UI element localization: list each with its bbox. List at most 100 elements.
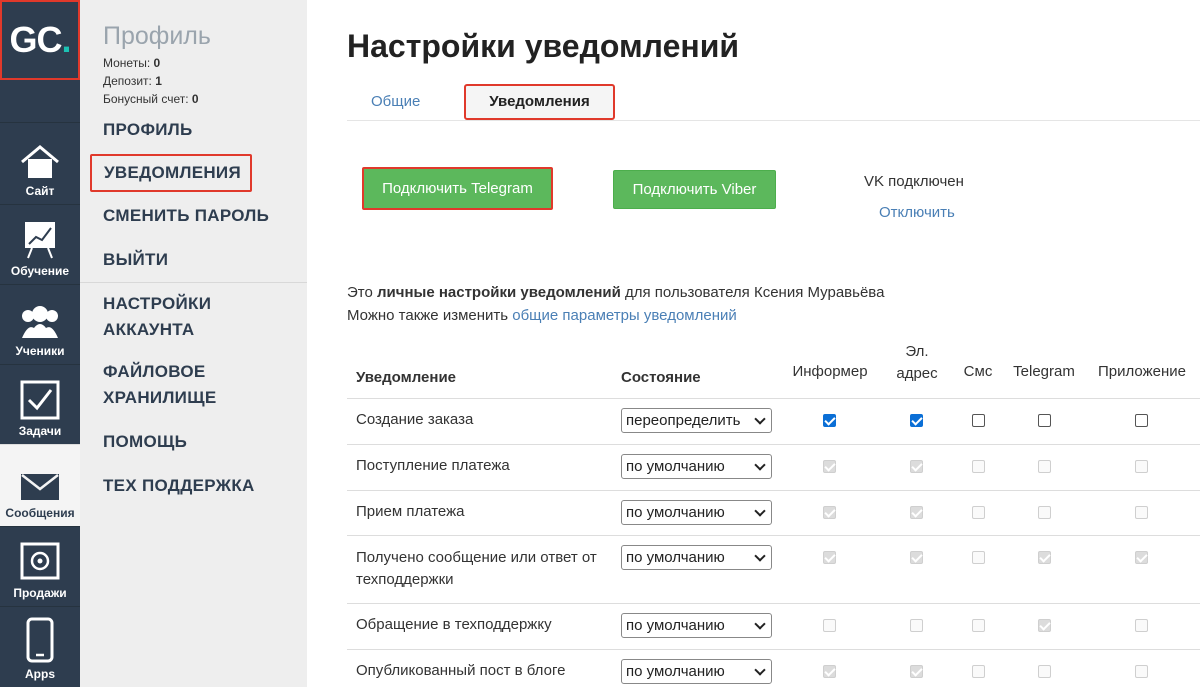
- menu-item-notifications[interactable]: УВЕДОМЛЕНИЯ: [90, 154, 252, 192]
- main-content: Настройки уведомлений Общие Уведомления …: [307, 0, 1200, 687]
- checkbox-sms: [972, 665, 985, 678]
- rail-item-label: Ученики: [15, 344, 65, 358]
- rail-item-tasks[interactable]: Задачи: [0, 364, 80, 444]
- deposit-stat: Депозит: 1: [103, 74, 162, 88]
- checkbox-icon: [20, 380, 60, 420]
- checkbox-email: [910, 460, 923, 473]
- state-select[interactable]: переопределить: [621, 408, 772, 433]
- vk-disconnect-link[interactable]: Отключить: [879, 204, 955, 221]
- checkbox-telegram: [1038, 619, 1051, 632]
- general-settings-link[interactable]: общие параметры уведомлений: [512, 307, 737, 324]
- rail-item-sales[interactable]: Продажи: [0, 526, 80, 606]
- header-telegram: Telegram: [1013, 363, 1075, 380]
- home-icon: [21, 145, 59, 178]
- checkbox-sms[interactable]: [972, 414, 985, 427]
- checkbox-email: [910, 506, 923, 519]
- checkbox-app: [1135, 619, 1148, 632]
- rail-item-label: Обучение: [10, 264, 70, 278]
- table-row-divider: [347, 490, 1200, 491]
- menu-item-account-settings[interactable]: НАСТРОЙКИ АККАУНТА: [103, 291, 211, 343]
- checkbox-email[interactable]: [910, 414, 923, 427]
- checkbox-sms: [972, 551, 985, 564]
- state-select[interactable]: по умолчанию: [621, 659, 772, 684]
- checkbox-email: [910, 551, 923, 564]
- rail-item-students[interactable]: Ученики: [0, 284, 80, 364]
- header-email: Эл. адрес: [896, 343, 938, 382]
- profile-title: Профиль: [103, 22, 211, 50]
- vk-status: VK подключен: [864, 173, 964, 190]
- checkbox-informer: [823, 551, 836, 564]
- table-row-divider: [347, 398, 1200, 399]
- checkbox-informer: [823, 460, 836, 473]
- checkbox-app: [1135, 551, 1148, 564]
- profile-panel: Профиль Монеты: 0 Депозит: 1 Бонусный сч…: [80, 0, 307, 687]
- tab-general[interactable]: Общие: [371, 84, 420, 120]
- menu-divider: [80, 282, 307, 283]
- logo-text: GC.: [9, 19, 71, 60]
- rail-item-site[interactable]: Сайт: [0, 122, 80, 204]
- checkbox-informer[interactable]: [823, 414, 836, 427]
- checkbox-email: [910, 665, 923, 678]
- checkbox-app: [1135, 506, 1148, 519]
- users-icon: [22, 306, 58, 338]
- tab-notifications[interactable]: Уведомления: [464, 84, 615, 120]
- tabs-divider: [347, 120, 1200, 121]
- rail-item-label: Сайт: [25, 184, 55, 198]
- state-select[interactable]: по умолчанию: [621, 613, 772, 638]
- checkbox-informer: [823, 619, 836, 632]
- rail-item-messages[interactable]: Сообщения: [0, 444, 80, 526]
- checkbox-sms: [972, 460, 985, 473]
- state-select[interactable]: по умолчанию: [621, 454, 772, 479]
- table-row-divider: [347, 603, 1200, 604]
- coins-stat: Монеты: 0: [103, 56, 161, 70]
- checkbox-telegram: [1038, 551, 1051, 564]
- checkbox-app[interactable]: [1135, 414, 1148, 427]
- bonus-stat: Бонусный счет: 0: [103, 92, 199, 106]
- safe-icon: [20, 542, 60, 580]
- checkbox-telegram: [1038, 665, 1051, 678]
- checkbox-informer: [823, 665, 836, 678]
- header-state: Состояние: [621, 369, 701, 386]
- checkbox-telegram: [1038, 506, 1051, 519]
- table-row-divider: [347, 535, 1200, 536]
- table-row-name: Обращение в техподдержку: [356, 616, 552, 633]
- table-row-name: Получено сообщение или ответ от техподде…: [356, 549, 597, 588]
- connect-viber-button[interactable]: Подключить Viber: [613, 170, 776, 209]
- checkbox-sms: [972, 619, 985, 632]
- phone-icon: [26, 617, 54, 663]
- menu-item-profile[interactable]: ПРОФИЛЬ: [103, 117, 193, 143]
- rail-item-label: Apps: [25, 667, 55, 681]
- rail-item-learning[interactable]: Обучение: [0, 204, 80, 284]
- rail-item-apps[interactable]: Apps: [0, 606, 80, 687]
- checkbox-telegram[interactable]: [1038, 414, 1051, 427]
- connect-telegram-button[interactable]: Подключить Telegram: [362, 167, 553, 210]
- table-row-name: Опубликованный пост в блоге: [356, 662, 566, 679]
- menu-item-logout[interactable]: ВЫЙТИ: [103, 247, 168, 273]
- state-select[interactable]: по умолчанию: [621, 500, 772, 525]
- menu-item-help[interactable]: ПОМОЩЬ: [103, 429, 187, 455]
- envelope-icon: [21, 474, 59, 500]
- header-informer: Информер: [792, 363, 868, 380]
- table-row-divider: [347, 444, 1200, 445]
- header-app: Приложение: [1098, 363, 1186, 380]
- personal-settings-info: Это личные настройки уведомлений для пол…: [347, 284, 885, 301]
- checkbox-informer: [823, 506, 836, 519]
- checkbox-app: [1135, 460, 1148, 473]
- menu-item-support[interactable]: ТЕХ ПОДДЕРЖКА: [103, 473, 255, 499]
- rail-item-label: Продажи: [13, 586, 67, 600]
- chart-board-icon: [25, 222, 55, 259]
- table-row-divider: [347, 649, 1200, 650]
- checkbox-email: [910, 619, 923, 632]
- page-title: Настройки уведомлений: [347, 28, 740, 64]
- logo[interactable]: GC.: [0, 0, 80, 80]
- table-row-name: Поступление платежа: [356, 457, 510, 474]
- general-settings-info: Можно также изменить общие параметры уве…: [347, 307, 737, 324]
- table-row-name: Прием платежа: [356, 503, 465, 520]
- menu-item-file-storage[interactable]: ФАЙЛОВОЕ ХРАНИЛИЩЕ: [103, 359, 216, 411]
- checkbox-sms: [972, 506, 985, 519]
- rail-item-label: Сообщения: [5, 506, 75, 520]
- table-row-name: Создание заказа: [356, 411, 474, 428]
- state-select[interactable]: по умолчанию: [621, 545, 772, 570]
- left-rail: GC. Сайт Обучение Ученики Задачи Сообщен…: [0, 0, 80, 687]
- menu-item-change-password[interactable]: СМЕНИТЬ ПАРОЛЬ: [103, 203, 269, 229]
